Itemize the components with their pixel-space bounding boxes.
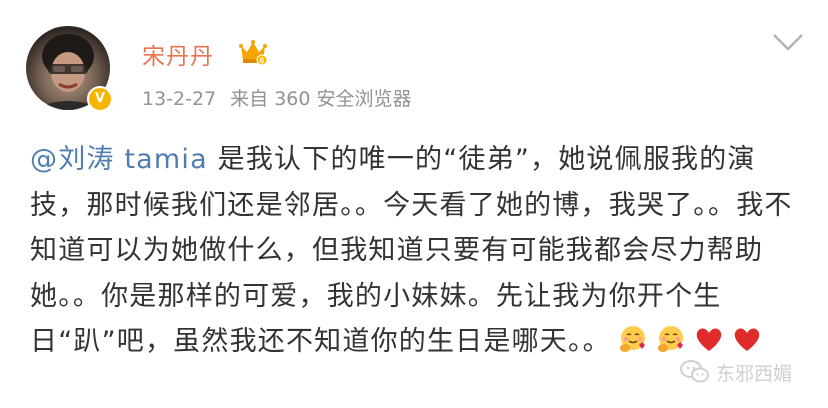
- post-source[interactable]: 来自 360 安全浏览器: [230, 88, 411, 110]
- post-content: @刘涛 tamia 是我认下的唯一的“徒弟”，她说佩服我的演技，那时候我们还是邻…: [30, 137, 810, 365]
- svg-text:6: 6: [260, 57, 265, 66]
- wechat-icon: [680, 360, 709, 383]
- red-heart-icon: [734, 328, 760, 351]
- post-date: 13-2-27: [142, 88, 217, 110]
- watermark-text: 东邪西媚: [716, 362, 793, 385]
- red-heart-icon: [696, 328, 722, 351]
- wechat-watermark: 东邪西媚: [680, 357, 792, 387]
- verified-badge-icon: V: [87, 86, 113, 112]
- post-username[interactable]: 宋丹丹: [142, 37, 214, 71]
- vip-crown-icon[interactable]: 6: [238, 38, 268, 66]
- chevron-down-icon[interactable]: [770, 30, 806, 54]
- hug-face-emoji-icon: [657, 326, 683, 352]
- post-meta: 13-2-27 来自 360 安全浏览器: [142, 84, 412, 111]
- mention-link[interactable]: @刘涛 tamia: [30, 144, 208, 175]
- hug-face-emoji-icon: [619, 326, 645, 352]
